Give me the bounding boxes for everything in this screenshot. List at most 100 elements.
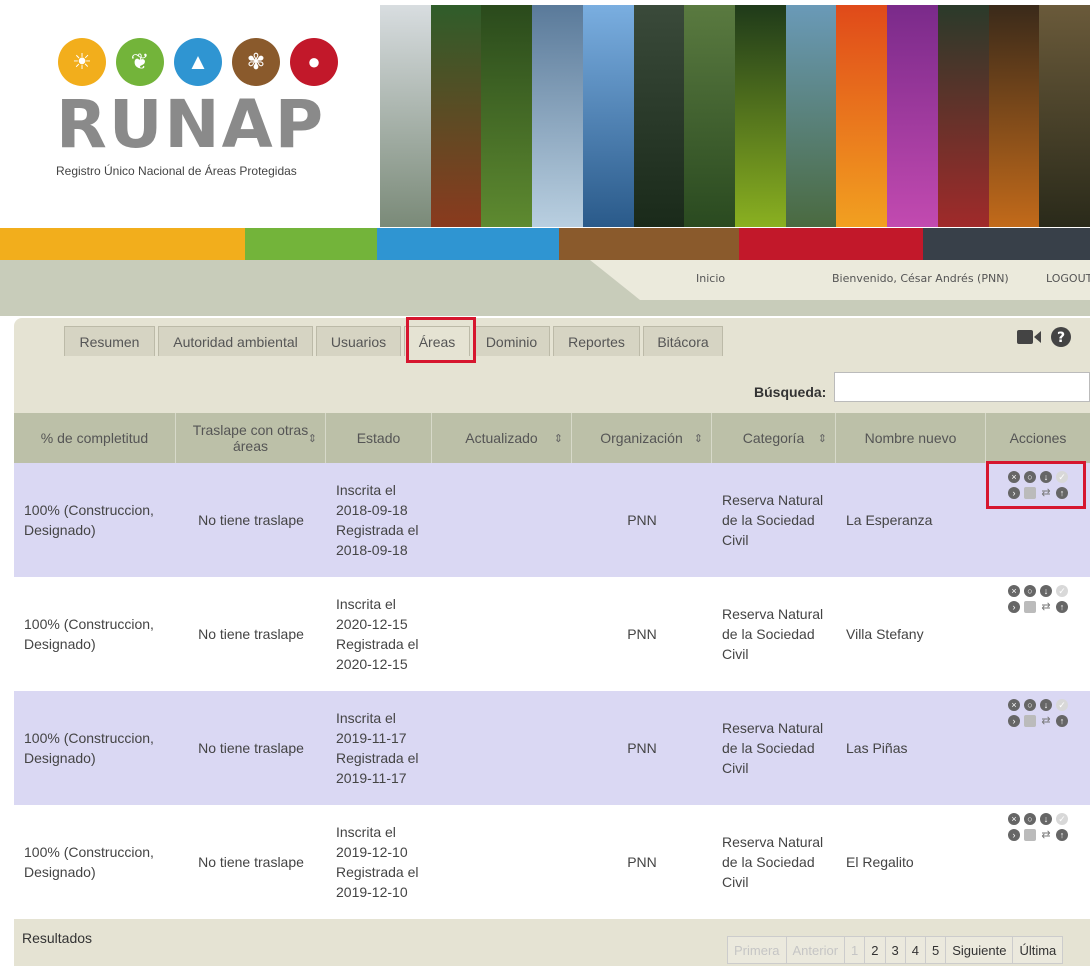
table-row: 100% (Construccion, Designado) No tiene …	[14, 805, 1090, 919]
main-tabs: Resumen Autoridad ambiental Usuarios Áre…	[64, 326, 726, 356]
bear-icon: ●	[290, 38, 338, 86]
image-icon[interactable]	[1024, 715, 1036, 727]
header-nombre-nuevo[interactable]: Nombre nuevo	[836, 413, 986, 463]
pager-page-2[interactable]: 2	[864, 936, 886, 964]
cell-nombre[interactable]: Villa Stefany	[836, 577, 986, 691]
color-bar	[0, 228, 1090, 260]
sort-icon: ⇕	[817, 432, 827, 445]
cell-completitud: 100% (Construccion, Designado)	[24, 730, 154, 766]
pager-previous[interactable]: Anterior	[785, 936, 846, 964]
cell-estado: Inscrita el 2019-11-17 Registrada el 201…	[336, 710, 419, 786]
cell-completitud: 100% (Construccion, Designado)	[24, 502, 154, 538]
search-label: Búsqueda:	[754, 384, 827, 400]
header-categoria[interactable]: Categoría ⇕	[712, 413, 836, 463]
download-icon[interactable]: ↓	[1040, 585, 1052, 597]
transfer-icon[interactable]: ⇄	[1040, 601, 1052, 613]
cell-categoria: Reserva Natural de la Sociedad Civil	[722, 834, 824, 890]
view-icon[interactable]: ○	[1024, 699, 1036, 711]
results-label: Resultados	[22, 930, 93, 946]
cell-traslape: No tiene traslape	[198, 512, 304, 528]
image-icon[interactable]	[1024, 601, 1036, 613]
color-bar-brown	[559, 228, 739, 260]
cell-completitud: 100% (Construccion, Designado)	[24, 616, 154, 652]
view-icon[interactable]: ○	[1024, 585, 1036, 597]
upload-icon[interactable]: ↑	[1056, 829, 1068, 841]
tab-dominio[interactable]: Dominio	[473, 326, 550, 356]
approve-icon[interactable]: ✓	[1056, 813, 1068, 825]
pager-page-4[interactable]: 4	[904, 936, 926, 964]
delete-icon[interactable]: ×	[1008, 813, 1020, 825]
row-actions: × ○ ↓ ✓ › ⇄ ↑	[986, 577, 1090, 691]
search-input[interactable]	[834, 372, 1090, 402]
approve-icon[interactable]: ✓	[1056, 699, 1068, 711]
cell-traslape: No tiene traslape	[198, 854, 304, 870]
cell-nombre[interactable]: La Esperanza	[836, 463, 986, 577]
tab-autoridad-ambiental[interactable]: Autoridad ambiental	[158, 326, 313, 356]
video-camera-icon[interactable]	[1016, 327, 1042, 347]
cell-actualizado	[432, 463, 572, 577]
table-header: % de completitud Traslape con otras área…	[14, 413, 1090, 463]
cell-traslape: No tiene traslape	[198, 740, 304, 756]
cell-estado: Inscrita el 2020-12-15 Registrada el 202…	[336, 596, 419, 672]
nav-inicio-link[interactable]: Inicio	[696, 272, 725, 285]
sort-icon: ⇕	[307, 432, 317, 445]
upload-icon[interactable]: ↑	[1056, 601, 1068, 613]
forward-icon[interactable]: ›	[1008, 829, 1020, 841]
delete-icon[interactable]: ×	[1008, 699, 1020, 711]
logout-link[interactable]: LOGOUT	[1046, 272, 1090, 285]
pager-page-5[interactable]: 5	[924, 936, 947, 964]
download-icon[interactable]: ↓	[1040, 813, 1052, 825]
cell-nombre[interactable]: Las Piñas	[836, 691, 986, 805]
cell-categoria: Reserva Natural de la Sociedad Civil	[722, 606, 824, 662]
table-row: 100% (Construccion, Designado) No tiene …	[14, 463, 1090, 577]
svg-text:?: ?	[1057, 330, 1065, 346]
header-organizacion[interactable]: Organización ⇕	[572, 413, 712, 463]
view-icon[interactable]: ○	[1024, 813, 1036, 825]
cell-completitud: 100% (Construccion, Designado)	[24, 844, 154, 880]
pager-first[interactable]: Primera	[727, 936, 787, 964]
approve-icon[interactable]: ✓	[1056, 585, 1068, 597]
cell-estado: Inscrita el 2018-09-18 Registrada el 201…	[336, 482, 419, 558]
image-icon[interactable]	[1024, 829, 1036, 841]
leaf-icon: ❦	[116, 38, 164, 86]
delete-icon[interactable]: ×	[1008, 585, 1020, 597]
pager-next[interactable]: Siguiente	[945, 936, 1014, 964]
cell-nombre[interactable]: El Regalito	[836, 805, 986, 919]
forward-icon[interactable]: ›	[1008, 601, 1020, 613]
runap-logo[interactable]: ☀ ❦ ▲ ✾ ● RUNAP Registro Único Nacional …	[50, 30, 350, 195]
transfer-icon[interactable]: ⇄	[1040, 829, 1052, 841]
header-acciones: Acciones	[1009, 430, 1067, 446]
brand-name: RUNAP	[56, 86, 326, 163]
top-nav: Inicio Bienvenido, César Andrés (PNN) LO…	[0, 260, 1090, 316]
forward-icon[interactable]: ›	[1008, 715, 1020, 727]
welcome-text: Bienvenido, César Andrés (PNN)	[832, 272, 1009, 285]
tab-bitacora[interactable]: Bitácora	[643, 326, 723, 356]
row-actions: × ○ ↓ ✓ › ⇄ ↑	[986, 805, 1090, 919]
tab-resumen[interactable]: Resumen	[64, 326, 155, 356]
tab-usuarios[interactable]: Usuarios	[316, 326, 401, 356]
pager-page-3[interactable]: 3	[884, 936, 906, 964]
nature-banner	[380, 5, 1090, 227]
page-header: ☀ ❦ ▲ ✾ ● RUNAP Registro Único Nacional …	[0, 0, 1090, 228]
pagination: Primera Anterior 1 2 3 4 5 Siguiente Últ…	[727, 936, 1064, 964]
header-traslape[interactable]: Traslape con otras áreas ⇕	[176, 413, 326, 463]
cell-estado: Inscrita el 2019-12-10 Registrada el 201…	[336, 824, 419, 900]
transfer-icon[interactable]: ⇄	[1040, 715, 1052, 727]
header-completitud[interactable]: % de completitud	[14, 413, 176, 463]
cell-organizacion: PNN	[627, 512, 657, 528]
color-bar-yellow	[0, 228, 245, 260]
cell-organizacion: PNN	[627, 626, 657, 642]
cell-categoria: Reserva Natural de la Sociedad Civil	[722, 492, 824, 548]
upload-icon[interactable]: ↑	[1056, 715, 1068, 727]
cell-actualizado	[432, 805, 572, 919]
download-icon[interactable]: ↓	[1040, 699, 1052, 711]
header-estado[interactable]: Estado	[326, 413, 432, 463]
cell-categoria: Reserva Natural de la Sociedad Civil	[722, 720, 824, 776]
tab-reportes[interactable]: Reportes	[553, 326, 640, 356]
pager-page-1[interactable]: 1	[844, 936, 866, 964]
color-bar-red	[739, 228, 923, 260]
pager-last[interactable]: Última	[1012, 936, 1064, 964]
header-actualizado[interactable]: Actualizado ⇕	[432, 413, 572, 463]
cell-traslape: No tiene traslape	[198, 626, 304, 642]
help-icon[interactable]: ?	[1050, 326, 1072, 348]
